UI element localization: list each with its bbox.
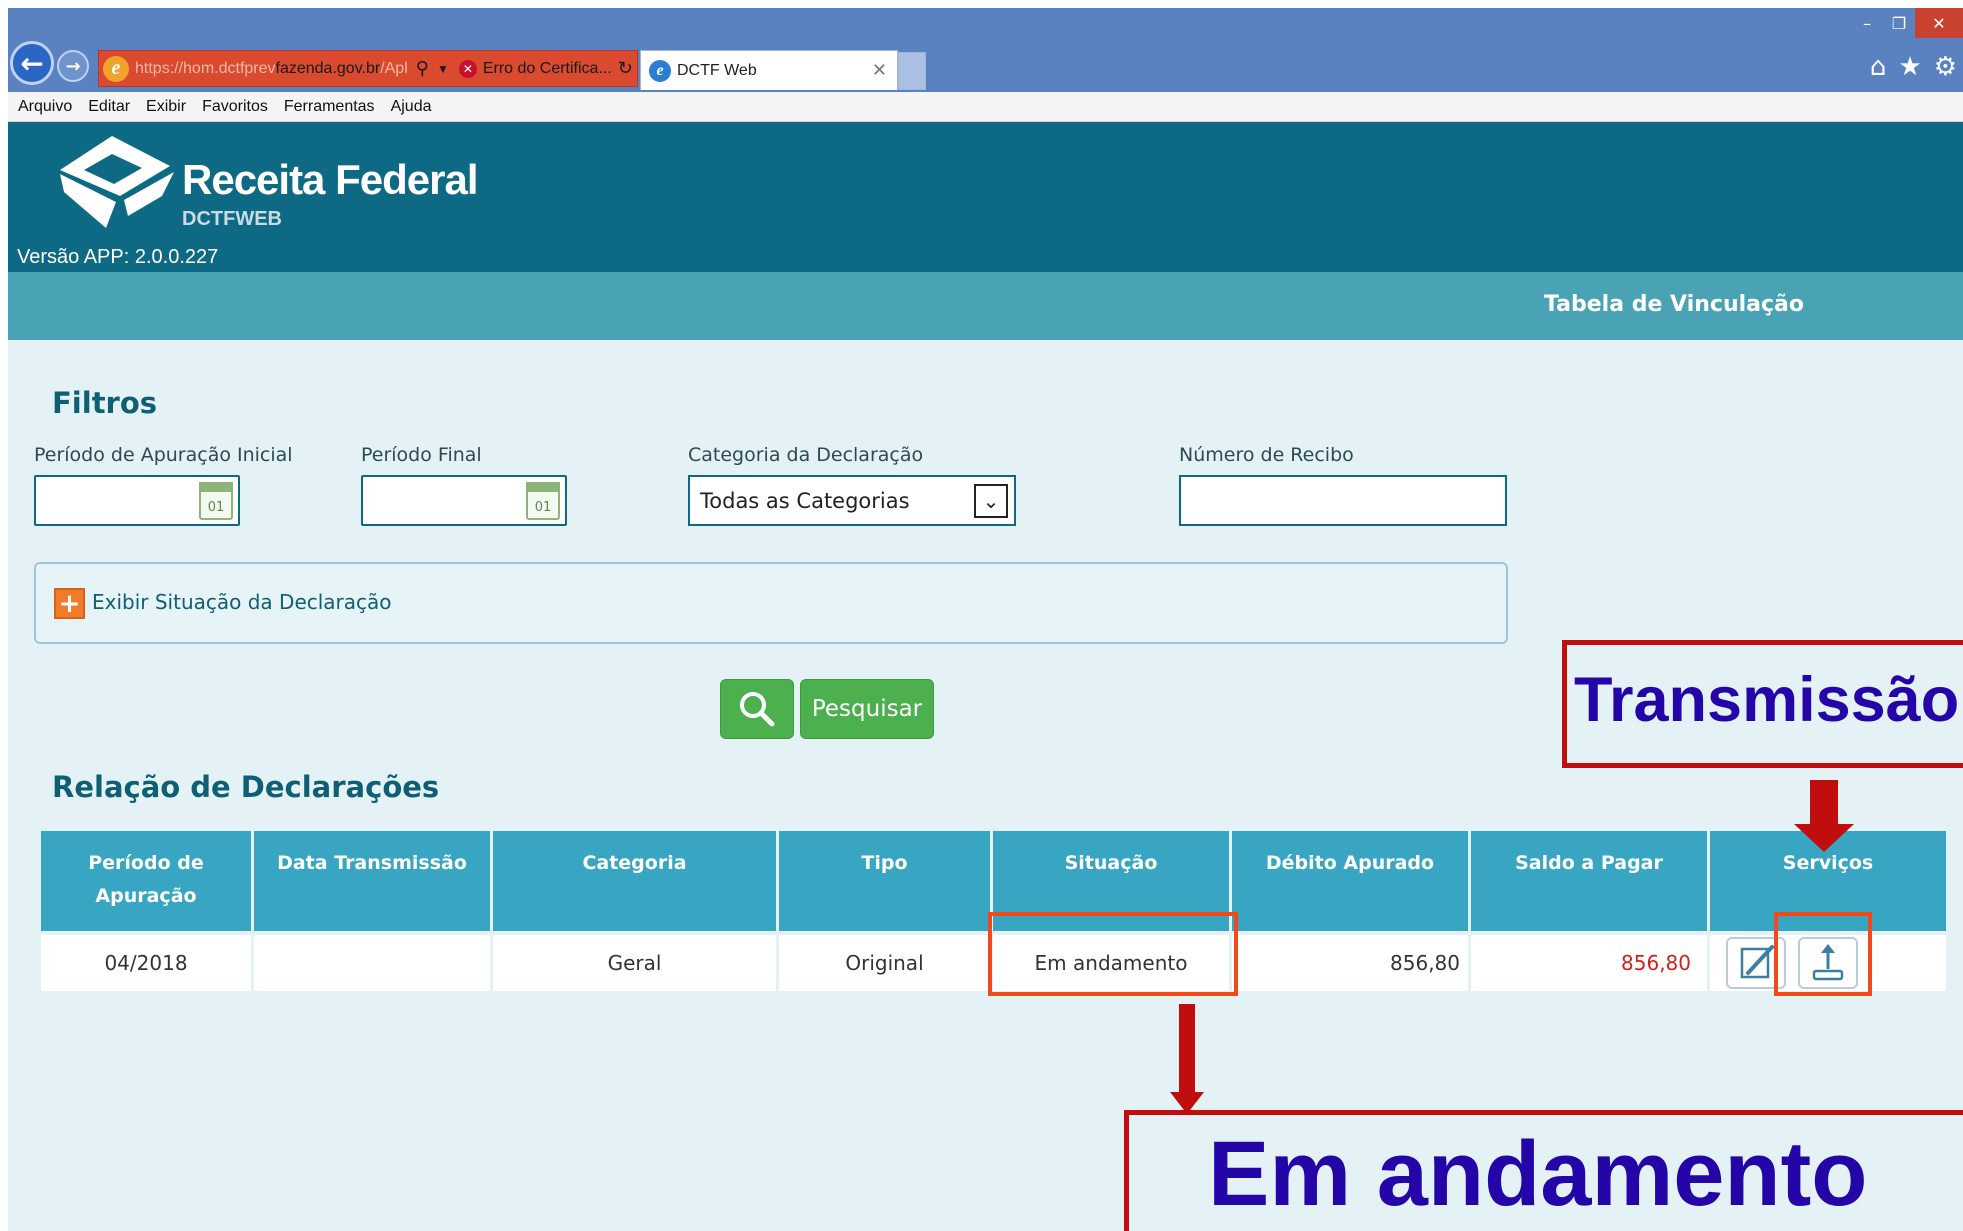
results-title: Relação de Declarações	[52, 770, 440, 804]
dropdown-arrow-icon[interactable]: ▼	[437, 62, 449, 76]
browser-menubar: Arquivo Editar Exibir Favoritos Ferramen…	[8, 92, 1963, 122]
categoria-select[interactable]: Todas as Categorias ⌄	[688, 475, 1016, 526]
ie-tab-icon: e	[649, 59, 671, 82]
cell-periodo: 04/2018	[41, 931, 251, 991]
home-icon[interactable]: ⌂	[1870, 52, 1887, 82]
expand-plus-icon[interactable]: +	[54, 588, 85, 619]
close-window-icon[interactable]: ✕	[1915, 8, 1963, 38]
app-header: Receita Federal DCTFWEB Versão APP: 2.0.…	[8, 122, 1963, 272]
col-data-transmissao-header: Data Transmissão	[254, 831, 490, 931]
tab-label: DCTF Web	[677, 61, 757, 79]
certificate-error-label[interactable]: Erro do Certifica...	[483, 60, 612, 78]
arrow-down-situacao	[1170, 1004, 1204, 1114]
close-tab-icon[interactable]: ✕	[872, 60, 887, 81]
settings-gear-icon[interactable]: ⚙	[1934, 52, 1957, 82]
numero-recibo-input[interactable]	[1179, 475, 1507, 526]
filters-title: Filtros	[52, 386, 158, 420]
transmitir-highlight-box	[1774, 912, 1872, 996]
app-version: Versão APP: 2.0.0.227	[17, 246, 219, 268]
magnifier-icon	[740, 692, 775, 727]
browser-toolbar-icons: ⌂ ★ ⚙	[1870, 52, 1957, 82]
calendar-icon[interactable]: 01	[526, 482, 560, 520]
categoria-selected-value: Todas as Categorias	[700, 488, 910, 513]
cell-data-transmissao	[254, 931, 490, 991]
col-tipo-header: Tipo	[779, 831, 990, 931]
transmissao-callout-text: Transmissão	[1574, 665, 1960, 735]
search-icon[interactable]: ⚲	[416, 58, 429, 79]
periodo-final-label: Período Final	[361, 444, 482, 466]
exibir-situacao-link[interactable]: Exibir Situação da Declaração	[92, 590, 392, 614]
forward-button[interactable]: →	[57, 50, 89, 82]
back-button[interactable]: ←	[10, 41, 54, 85]
cell-tipo: Original	[779, 931, 990, 991]
window-controls: – ❐ ✕	[1851, 8, 1963, 38]
address-bar[interactable]: e https://hom.dctfprev fazenda.gov.br /A…	[98, 50, 638, 87]
col-periodo-header: Período de Apuração	[41, 831, 251, 931]
minimize-icon[interactable]: –	[1851, 8, 1883, 38]
search-button-icon[interactable]	[720, 679, 794, 739]
receita-federal-logo-icon	[60, 136, 174, 228]
calendar-icon[interactable]: 01	[199, 482, 233, 520]
screenshot: ← → e https://hom.dctfprev fazenda.gov.b…	[0, 0, 1963, 1231]
col-categoria-header: Categoria	[493, 831, 776, 931]
recibo-label: Número de Recibo	[1179, 444, 1354, 466]
favorites-star-icon[interactable]: ★	[1898, 52, 1921, 82]
situacao-highlight-box	[988, 912, 1238, 996]
menu-ferramentas[interactable]: Ferramentas	[284, 98, 375, 116]
calendar-day: 01	[534, 500, 552, 515]
menu-arquivo[interactable]: Arquivo	[18, 98, 72, 116]
refresh-icon[interactable]: ↻	[618, 58, 633, 79]
pesquisar-button[interactable]: Pesquisar	[800, 679, 934, 739]
col-debito-header: Débito Apurado	[1232, 831, 1468, 931]
calendar-day: 01	[207, 500, 225, 515]
periodo-inicial-label: Período de Apuração Inicial	[34, 444, 293, 466]
tabela-vinculacao-link[interactable]: Tabela de Vinculação	[1544, 292, 1804, 317]
menu-ajuda[interactable]: Ajuda	[391, 98, 432, 116]
tab-dctf-web[interactable]: e DCTF Web ✕	[640, 50, 898, 90]
brand-subtitle: DCTFWEB	[182, 208, 282, 230]
cell-debito: 856,80	[1232, 931, 1468, 991]
main-content: Filtros Período de Apuração Inicial 01 P…	[8, 340, 1963, 1231]
periodo-final-input[interactable]: 01	[361, 475, 567, 526]
cell-categoria: Geral	[493, 931, 776, 991]
restore-icon[interactable]: ❐	[1883, 8, 1915, 38]
em-andamento-callout-text: Em andamento	[1208, 1123, 1868, 1225]
new-tab-button[interactable]	[898, 52, 926, 90]
certificate-error-icon[interactable]: ✕	[458, 59, 477, 78]
chevron-down-icon[interactable]: ⌄	[974, 484, 1008, 518]
situacao-panel: + Exibir Situação da Declaração	[34, 562, 1508, 644]
url-host: fazenda.gov.br	[275, 59, 381, 77]
menu-exibir[interactable]: Exibir	[146, 98, 186, 116]
periodo-inicial-input[interactable]: 01	[34, 475, 240, 526]
brand-name: Receita Federal	[182, 156, 478, 203]
app-subnav: Tabela de Vinculação	[8, 272, 1963, 340]
col-saldo-header: Saldo a Pagar	[1471, 831, 1707, 931]
menu-favoritos[interactable]: Favoritos	[202, 98, 268, 116]
menu-editar[interactable]: Editar	[88, 98, 130, 116]
arrow-down-transmissao	[1794, 780, 1854, 852]
url-suffix: /Apl	[380, 59, 408, 77]
ie-logo-icon: e	[103, 55, 129, 82]
cell-saldo: 856,80	[1471, 931, 1707, 991]
categoria-label: Categoria da Declaração	[688, 444, 924, 466]
url-prefix: https://hom.dctfprev	[135, 59, 276, 77]
